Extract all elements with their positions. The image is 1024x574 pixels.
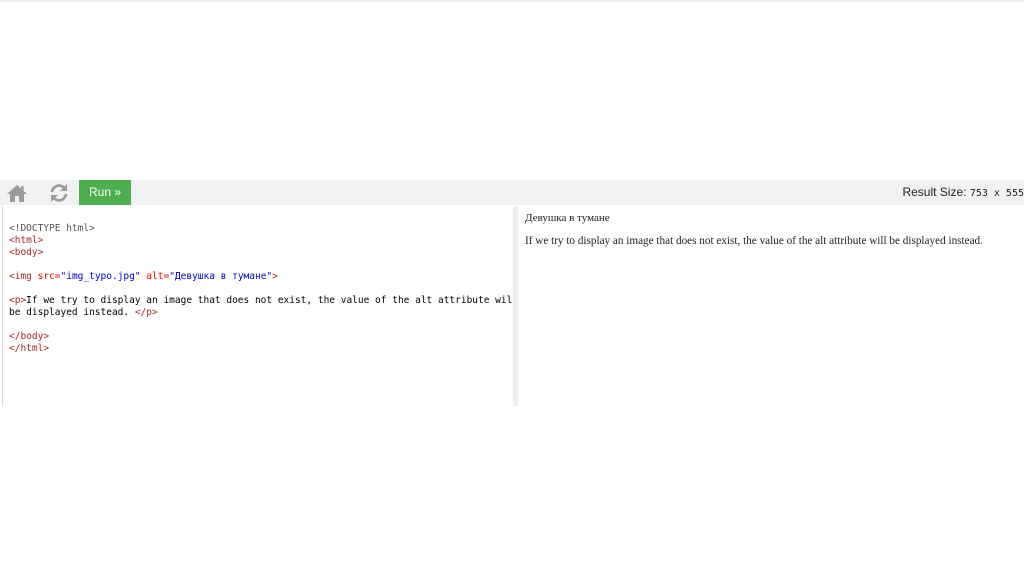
text-token: If we try to display an image that does … [26,295,513,306]
code-editor[interactable]: <!DOCTYPE html> <html> <body> <img src="img… [2,206,513,406]
code-line: <p>If we try to display an image that do… [9,295,513,307]
result-size: Result Size: 753 x 555 [902,180,1024,205]
result-size-label: Result Size: [902,185,967,199]
tryit-editor: Run » Result Size: 753 x 555 <!DOCTYPE h… [0,0,1024,574]
tag-token: <body> [9,247,44,258]
attr-token: alt= [140,271,170,282]
code-line: <html> [9,235,513,247]
code-line: </body> [9,331,513,343]
tag-token: </body> [9,331,50,342]
code-text[interactable]: <!DOCTYPE html> <html> <body> <img src="img… [9,223,513,355]
code-line: <!DOCTYPE html> [9,223,513,235]
code-line: </html> [9,343,513,355]
tag-token: <img [9,271,38,282]
code-line: be displayed instead. </p> [9,307,513,319]
tag-token: <p> [9,295,27,306]
code-line: <body> [9,247,513,259]
tag-token: <html> [9,235,44,246]
result-size-value: 753 x 555 [969,188,1024,199]
result-pane: Девушка в тумане If we try to display an… [518,206,1024,406]
tag-token: </html> [9,343,50,354]
run-button[interactable]: Run » [79,180,131,205]
value-token: "Девушка в тумане" [169,271,273,282]
home-icon[interactable] [0,180,34,205]
attr-token: src= [37,271,61,282]
doctype-token: <!DOCTYPE html> [9,223,95,234]
text-token: be displayed instead. [9,307,135,318]
result-paragraph: If we try to display an image that does … [525,235,983,247]
refresh-icon[interactable] [42,180,76,205]
broken-image: Девушка в тумане [525,212,610,224]
value-token: "img_typo.jpg" [60,271,141,282]
top-edge-line [0,0,1024,2]
image-alt-text: Девушка в тумане [525,212,610,224]
toolbar: Run » Result Size: 753 x 555 [0,180,1024,205]
tag-token: > [272,271,278,282]
code-line: <img src="img_typo.jpg" alt="Девушка в т… [9,271,513,283]
tag-token: </p> [134,307,158,318]
